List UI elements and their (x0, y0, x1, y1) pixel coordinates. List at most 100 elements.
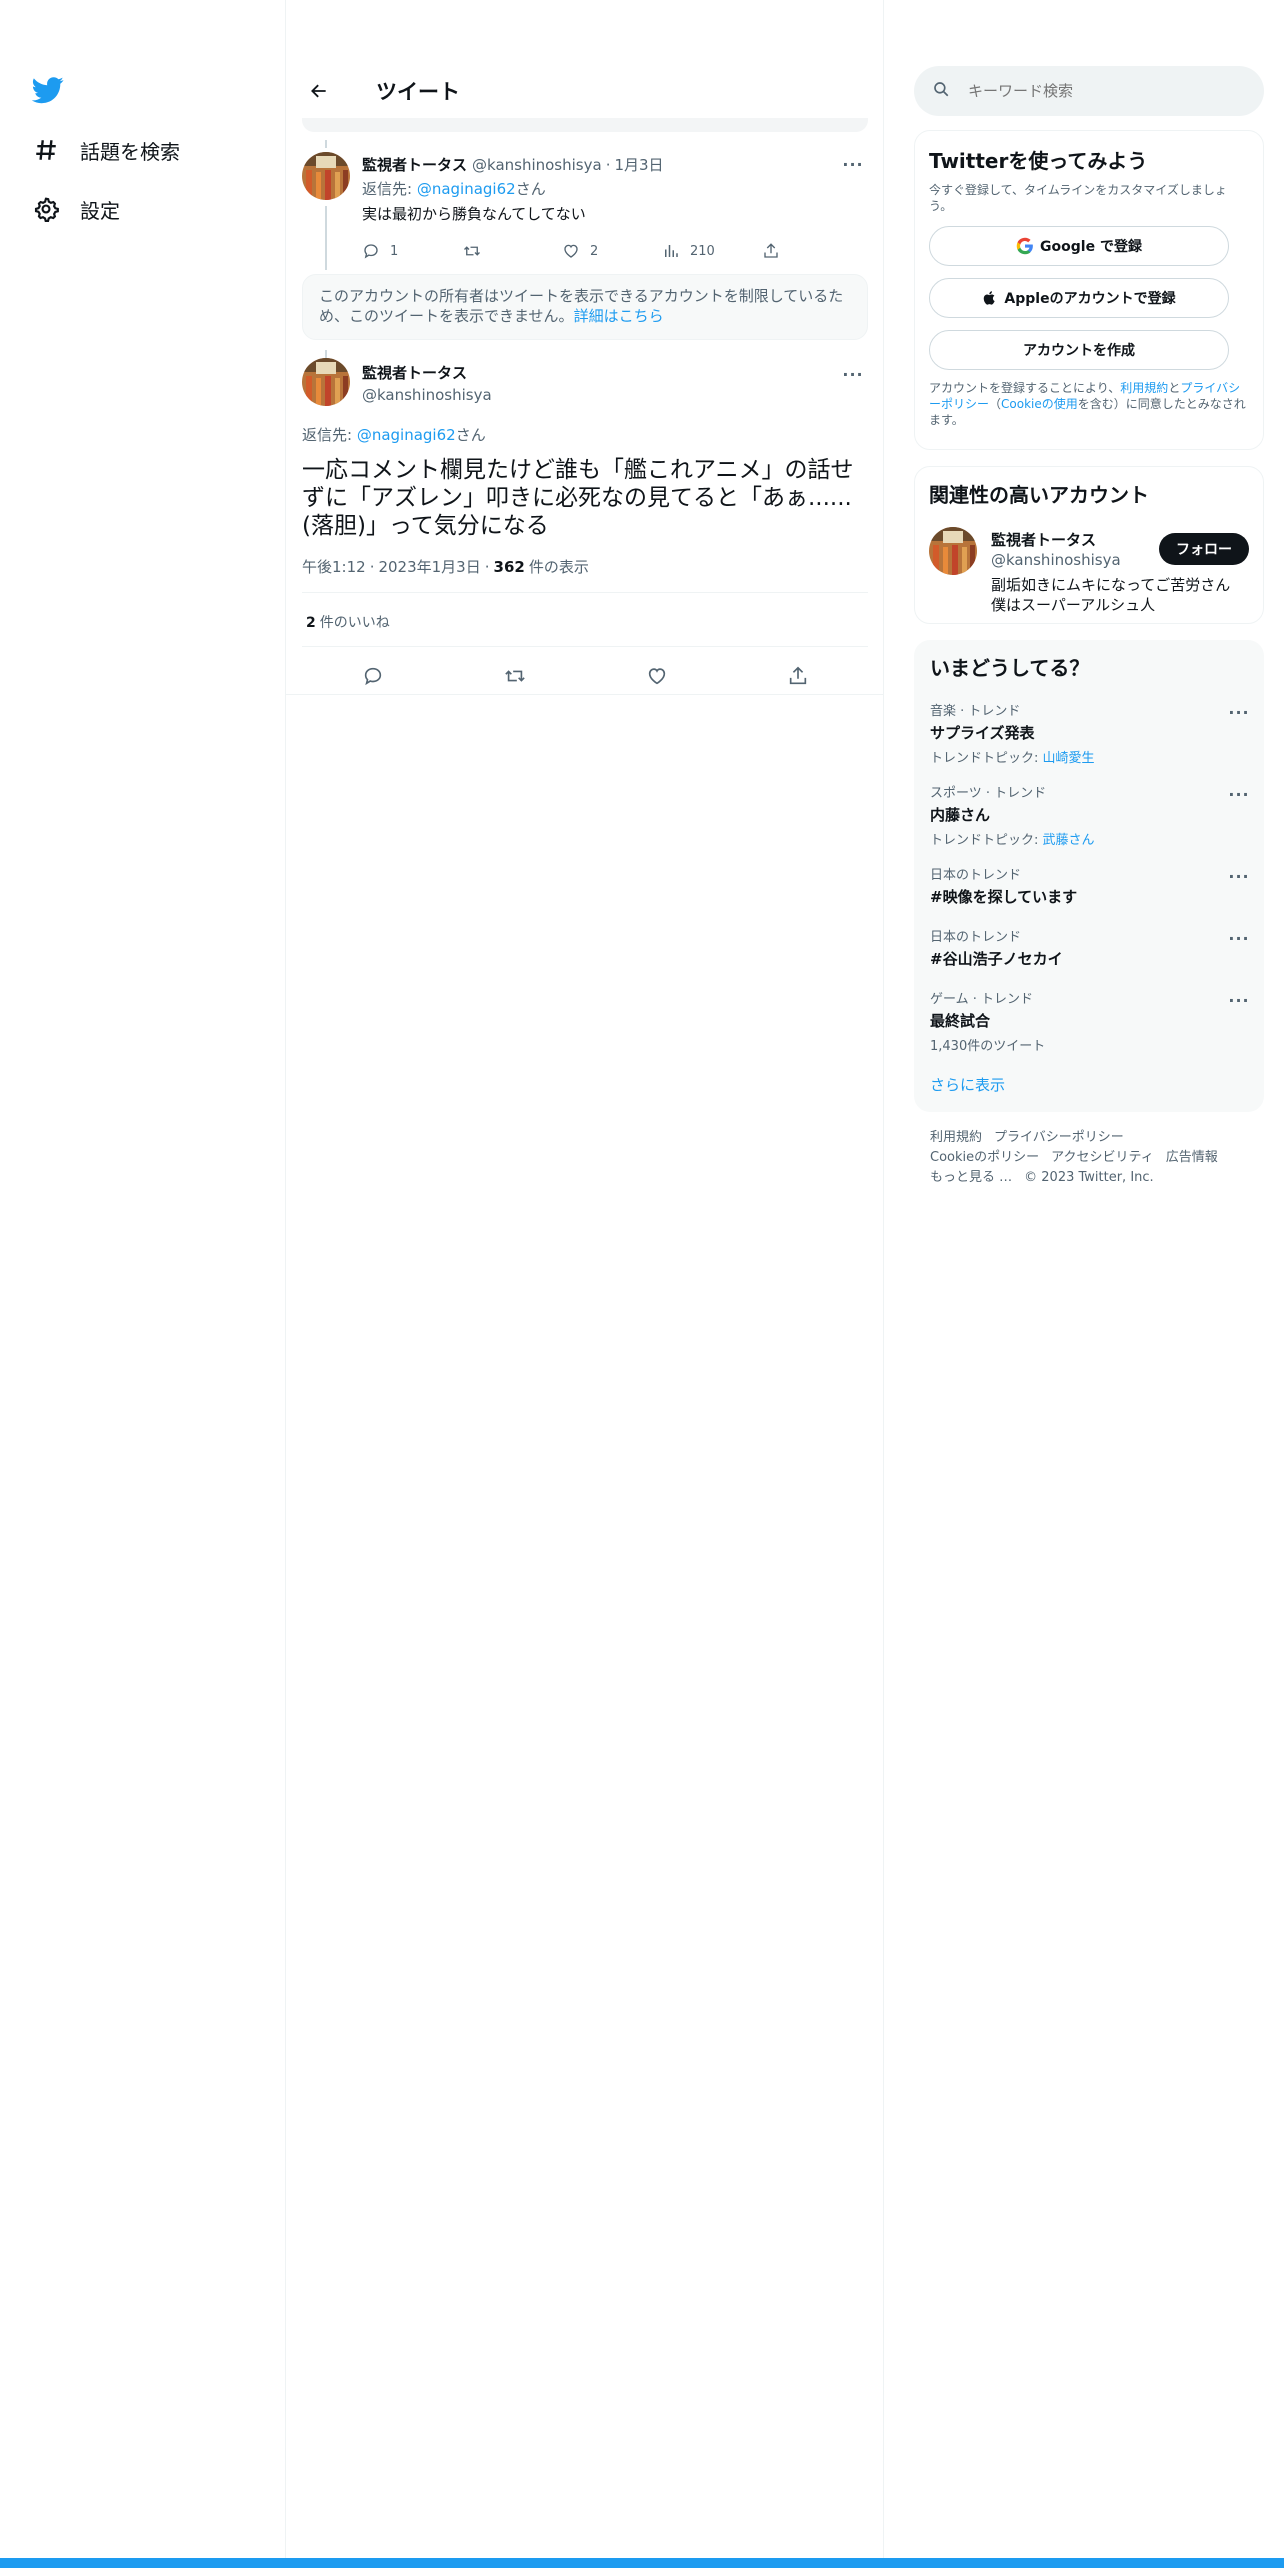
more-icon[interactable]: ··· (1228, 866, 1250, 886)
footer-terms-link[interactable]: 利用規約 (930, 1130, 982, 1145)
divider (286, 694, 884, 695)
trend-count: 1,430件のツイート (930, 1039, 1046, 1054)
share-button[interactable] (762, 242, 862, 260)
avatar[interactable] (302, 152, 350, 200)
trend-topic-prefix: トレンドトピック: (930, 751, 1043, 766)
trend-item[interactable]: 日本のトレンド #映像を探しています ··· (930, 864, 1250, 907)
like-count: 2 (306, 615, 316, 631)
separator-dot: · (369, 557, 375, 576)
tweet-date[interactable]: 2023年1月3日 (378, 556, 480, 577)
reply-icon (364, 244, 378, 259)
trends-card: いまどうしてる？ 音楽 · トレンド サプライズ発表 トレンドトピック: 山崎愛… (914, 640, 1264, 1112)
related-accounts-card: 関連性の高いアカウント 監視者トータス @kanshinoshisya 副垢如き… (914, 466, 1264, 624)
trend-context: 日本のトレンド (930, 868, 1022, 883)
follow-button[interactable]: フォロー (1159, 533, 1249, 565)
separator-dot: · (484, 557, 490, 576)
likes-summary[interactable]: 2 件のいいね (306, 612, 390, 632)
tweet-time[interactable]: 午後1:12 (302, 556, 366, 577)
reply-button[interactable]: 1 (362, 242, 462, 260)
search-box[interactable] (914, 66, 1264, 116)
retweet-icon[interactable] (503, 665, 527, 691)
search-input[interactable] (968, 82, 1238, 100)
terms-link[interactable]: 利用規約 (1120, 381, 1168, 395)
google-signup-button[interactable]: Google で登録 (929, 226, 1229, 266)
footer-privacy-link[interactable]: プライバシーポリシー (994, 1130, 1124, 1145)
heart-icon[interactable] (646, 665, 668, 691)
related-name[interactable]: 監視者トータス (991, 529, 1096, 550)
views-button[interactable]: 210 (662, 242, 762, 260)
trend-topic-link[interactable]: 武藤さん (1043, 833, 1095, 848)
author-handle[interactable]: @kanshinoshisya (362, 386, 492, 404)
nav-explore-label: 話題を検索 (80, 139, 180, 164)
trend-title: #映像を探しています (930, 888, 1078, 906)
share-icon[interactable] (787, 665, 809, 691)
create-account-button[interactable]: アカウントを作成 (929, 330, 1229, 370)
more-icon[interactable]: ··· (1228, 928, 1250, 948)
more-icon[interactable]: ··· (842, 154, 864, 174)
author-handle[interactable]: @kanshinoshisya (472, 156, 602, 174)
more-icon[interactable]: ··· (1228, 702, 1250, 722)
related-bio: 副垢如きにムキになってご苦労さん 僕はスーパーアルシュ人 (991, 576, 1231, 614)
trend-context: 日本のトレンド (930, 930, 1022, 945)
footer-links: 利用規約 プライバシーポリシー Cookieのポリシー アクセシビリティ 広告情報 も… (930, 1128, 1260, 1188)
trend-topic-link[interactable]: 山崎愛生 (1043, 751, 1095, 766)
signup-subtitle: 今すぐ登録して、タイムラインをカスタマイズしましょう。 (929, 183, 1227, 213)
signup-title: Twitterを使ってみよう (929, 149, 1148, 173)
twitter-bird-icon[interactable] (31, 74, 64, 106)
related-handle[interactable]: @kanshinoshisya (991, 551, 1121, 569)
divider (302, 646, 868, 647)
separator-dot: · (605, 155, 611, 174)
show-more-link[interactable]: さらに表示 (930, 1074, 1005, 1095)
more-icon[interactable]: ··· (842, 364, 864, 384)
learn-more-link[interactable]: 詳細はこちら (574, 307, 664, 325)
footer-ads-link[interactable]: 広告情報 (1166, 1150, 1218, 1165)
trend-title: 内藤さん (930, 806, 991, 824)
reply-icon[interactable] (362, 665, 384, 691)
reply-count: 1 (390, 243, 399, 259)
footer-more-link[interactable]: もっと見る … (930, 1170, 1012, 1185)
view-label: 件の表示 (528, 558, 589, 576)
nav-explore[interactable]: 話題を検索 (30, 130, 180, 170)
trend-item[interactable]: 日本のトレンド #谷山浩子ノセカイ ··· (930, 926, 1250, 969)
cookie-link[interactable]: Cookieの使用 (1001, 397, 1078, 411)
reply-prefix: 返信先: (362, 180, 417, 198)
retweet-icon (464, 246, 480, 256)
trend-title: サプライズ発表 (930, 724, 1035, 742)
back-arrow-icon[interactable] (300, 72, 338, 110)
trend-item[interactable]: 音楽 · トレンド サプライズ発表 トレンドトピック: 山崎愛生 ··· (930, 700, 1250, 767)
google-icon (1016, 237, 1033, 255)
retweet-button[interactable] (462, 242, 562, 260)
reply-prefix: 返信先: (302, 426, 357, 444)
reply-to-link[interactable]: @naginagi62 (357, 426, 456, 444)
trend-item[interactable]: ゲーム · トレンド 最終試合 1,430件のツイート ··· (930, 988, 1250, 1055)
trend-context: スポーツ · トレンド (930, 786, 1047, 801)
trend-title: #谷山浩子ノセカイ (930, 950, 1063, 968)
trend-topic-prefix: トレンドトピック: (930, 833, 1043, 848)
avatar[interactable] (929, 527, 977, 575)
related-title: 関連性の高いアカウント (929, 483, 1149, 507)
footer-accessibility-link[interactable]: アクセシビリティ (1051, 1150, 1154, 1165)
author-name[interactable]: 監視者トータス (362, 154, 467, 175)
avatar[interactable] (302, 358, 350, 406)
terms-text: と (1168, 381, 1181, 395)
footer-cookie-link[interactable]: Cookieのポリシー (930, 1150, 1039, 1165)
apple-signup-button[interactable]: Appleのアカウントで登録 (929, 278, 1229, 318)
footer-copyright: © 2023 Twitter, Inc. (1024, 1170, 1154, 1185)
terms-text: （ (989, 397, 1002, 411)
trend-item[interactable]: スポーツ · トレンド 内藤さん トレンドトピック: 武藤さん ··· (930, 782, 1250, 849)
signup-card: Twitterを使ってみよう 今すぐ登録して、タイムラインをカスタマイズしましょ… (914, 130, 1264, 450)
reply-tweet[interactable]: 監視者トータス @kanshinoshisya · 1月3日 返信先: @nag… (302, 146, 868, 270)
analytics-icon (665, 245, 678, 257)
nav-settings[interactable]: 設定 (30, 189, 120, 229)
view-count: 362 (493, 557, 525, 576)
author-name[interactable]: 監視者トータス (362, 362, 492, 383)
terms-text: アカウントを登録することにより、 (929, 381, 1121, 395)
gear-icon (30, 193, 62, 225)
signup-terms: アカウントを登録することにより、利用規約とプライバシーポリシー（Cookieの使… (929, 380, 1249, 428)
more-icon[interactable]: ··· (1228, 784, 1250, 804)
tweet-date[interactable]: 1月3日 (614, 154, 663, 175)
search-icon (932, 80, 950, 102)
more-icon[interactable]: ··· (1228, 990, 1250, 1010)
like-button[interactable]: 2 (562, 242, 662, 260)
reply-to-link[interactable]: @naginagi62 (417, 180, 516, 198)
